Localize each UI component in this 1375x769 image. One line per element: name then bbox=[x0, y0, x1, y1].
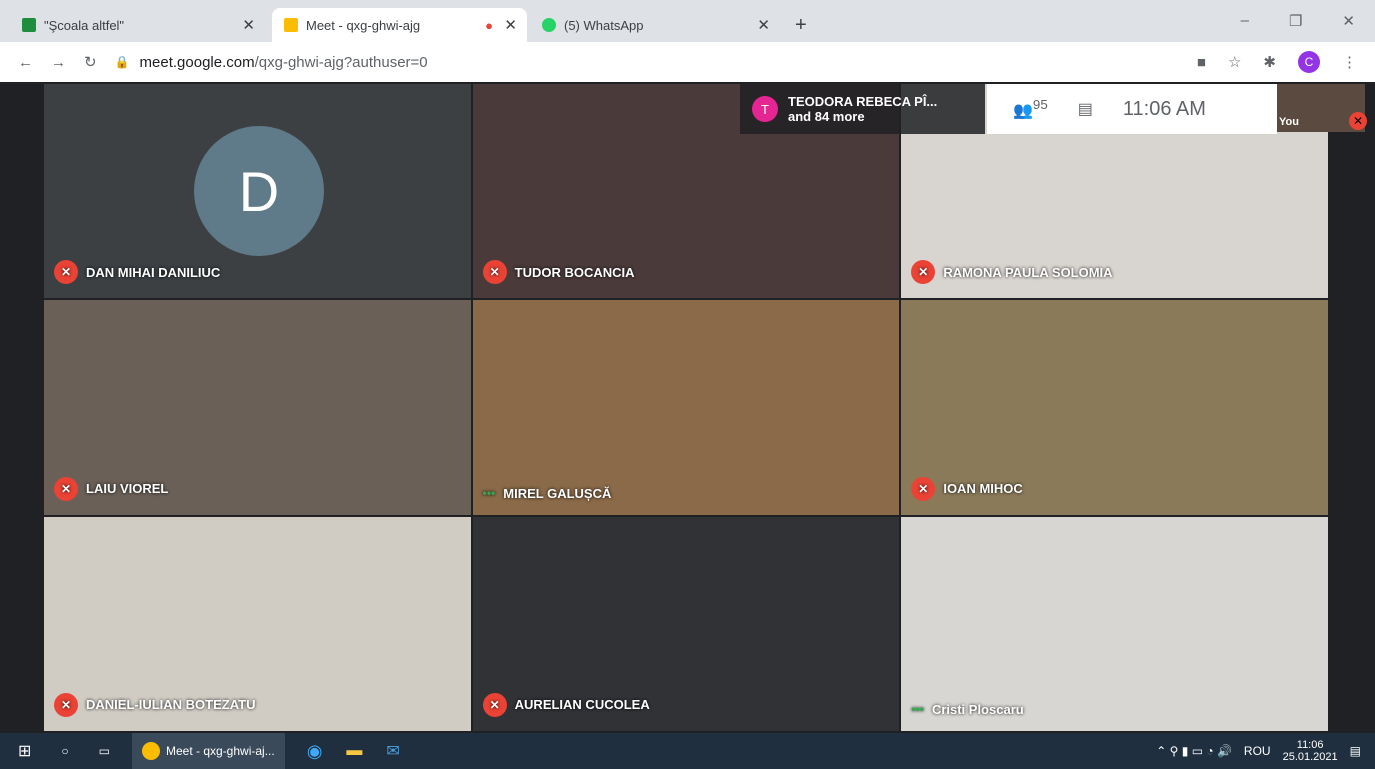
presenter-name: TEODORA REBECA PÎ... bbox=[788, 94, 938, 109]
tray-icons[interactable]: ⌃ ⚲ ▮ ▭ ◔ 🔊 bbox=[1156, 744, 1232, 758]
close-icon[interactable]: ✕ bbox=[757, 16, 770, 34]
notifications-icon[interactable]: ▤ bbox=[1350, 744, 1361, 758]
tab-title: (5) WhatsApp bbox=[564, 17, 644, 33]
forward-icon[interactable]: → bbox=[51, 54, 66, 71]
participant-avatar: D bbox=[194, 126, 324, 256]
video-grid: D ✕ DAN MIHAI DANILIUC ✕ TUDOR BOCANCIA ✕ RAMO… bbox=[44, 84, 1328, 731]
file-explorer-icon[interactable]: ▬ bbox=[346, 742, 362, 760]
search-icon[interactable]: ○ bbox=[61, 744, 68, 758]
speaking-indicator-icon: ••• bbox=[911, 702, 924, 717]
participant-tile[interactable]: ✕ LAIU VIOREL bbox=[44, 300, 471, 515]
url-field[interactable]: meet.google.com/qxg-ghwi-ajg?authuser=0 bbox=[140, 54, 428, 71]
presenter-more: and 84 more bbox=[788, 109, 865, 124]
participant-name: AURELIAN CUCOLEA bbox=[514, 697, 650, 713]
close-window-button[interactable]: ✕ bbox=[1342, 12, 1355, 30]
mic-off-icon: ✕ bbox=[54, 692, 78, 717]
mic-off-icon: ✕ bbox=[54, 476, 78, 501]
edge-icon[interactable]: ◉ bbox=[307, 741, 323, 762]
participant-label: ✕ AURELIAN CUCOLEA bbox=[482, 692, 650, 717]
meet-info-bar: T TEODORA REBECA PÎ... and 84 more 👥95 ▤ 11:… bbox=[740, 84, 1285, 134]
mic-off-icon: ✕ bbox=[911, 476, 936, 501]
url-host: meet.google.com bbox=[139, 53, 255, 71]
recording-icon: ● bbox=[485, 17, 493, 33]
minimize-button[interactable]: – bbox=[1241, 12, 1249, 30]
tab-title: Meet - qxg-ghwi-ajg bbox=[306, 17, 421, 33]
clock-time: 11:06 bbox=[1296, 739, 1324, 751]
participant-name: RAMONA PAULA SOLOMIA bbox=[943, 264, 1113, 280]
presentation-chip[interactable]: T TEODORA REBECA PÎ... and 84 more bbox=[740, 84, 985, 134]
taskbar-app-title: Meet - qxg-ghwi-aj... bbox=[166, 744, 275, 758]
menu-icon[interactable]: ⋮ bbox=[1342, 53, 1357, 71]
self-label: You bbox=[1279, 116, 1299, 128]
participant-name: DANIEL-IULIAN BOTEZATU bbox=[86, 697, 256, 713]
participant-label: ✕ TUDOR BOCANCIA bbox=[482, 260, 635, 285]
classroom-icon bbox=[22, 18, 36, 32]
participant-label: ✕ RAMONA PAULA SOLOMIA bbox=[911, 260, 1113, 285]
back-icon[interactable]: ← bbox=[18, 54, 33, 71]
participant-label: ✕ IOAN MIHOC bbox=[911, 476, 1023, 501]
participant-tile[interactable]: ✕ AURELIAN CUCOLEA bbox=[472, 516, 900, 731]
camera-icon[interactable]: ■ bbox=[1197, 54, 1206, 71]
people-icon[interactable]: 👥95 bbox=[1013, 97, 1048, 120]
lock-icon: 🔒 bbox=[114, 55, 130, 69]
address-bar: ← → ↻ 🔒 meet.google.com/qxg-ghwi-ajg?authu… bbox=[0, 42, 1375, 82]
participant-name: MIREL GALUȘCĂ bbox=[503, 485, 612, 501]
participant-label: ✕ DANIEL-IULIAN BOTEZATU bbox=[54, 692, 256, 717]
restore-button[interactable]: ❐ bbox=[1289, 12, 1302, 30]
extensions-icon[interactable]: ✱ bbox=[1263, 53, 1276, 71]
participant-count: 95 bbox=[1032, 97, 1048, 113]
language-indicator[interactable]: ROU bbox=[1244, 744, 1271, 758]
participant-tile[interactable]: ••• Cristi Ploscaru bbox=[901, 516, 1328, 731]
participant-tile[interactable]: ✕ IOAN MIHOC bbox=[901, 300, 1328, 515]
participant-label: ✕ LAIU VIOREL bbox=[54, 476, 169, 501]
reload-icon[interactable]: ↻ bbox=[84, 53, 97, 71]
tab-whatsapp[interactable]: (5) WhatsApp ✕ bbox=[530, 8, 780, 42]
mic-off-icon: ✕ bbox=[54, 260, 78, 285]
chat-icon[interactable]: ▤ bbox=[1078, 99, 1093, 119]
self-view: You ✕ bbox=[1277, 84, 1367, 132]
participant-tile[interactable]: ••• MIREL GALUȘCĂ bbox=[472, 300, 900, 515]
tab-scoala[interactable]: "Şcoala altfel" ✕ bbox=[10, 8, 265, 42]
participant-tile[interactable]: D ✕ DAN MIHAI DANILIUC bbox=[44, 84, 471, 299]
new-tab-button[interactable]: + bbox=[795, 14, 807, 37]
participant-name: Cristi Ploscaru bbox=[931, 701, 1024, 717]
participant-name: LAIU VIOREL bbox=[86, 481, 169, 497]
mic-off-icon: ✕ bbox=[1349, 112, 1367, 130]
tab-title: "Şcoala altfel" bbox=[44, 17, 125, 33]
mic-off-icon: ✕ bbox=[482, 260, 507, 285]
participant-name: DAN MIHAI DANILIUC bbox=[86, 264, 221, 280]
mic-off-icon: ✕ bbox=[911, 260, 936, 285]
taskbar: ⊞ ○ ▭ Meet - qxg-ghwi-aj... ◉ ▬ ✉ ⌃ ⚲ ▮ … bbox=[0, 733, 1375, 769]
participant-name: IOAN MIHOC bbox=[943, 481, 1023, 497]
close-icon[interactable]: ✕ bbox=[242, 16, 255, 34]
participant-tile[interactable]: ✕ DANIEL-IULIAN BOTEZATU bbox=[44, 516, 471, 731]
close-icon[interactable]: ✕ bbox=[504, 16, 517, 34]
whatsapp-icon bbox=[542, 18, 556, 32]
clock[interactable]: 11:06 25.01.2021 bbox=[1283, 739, 1338, 763]
participant-label: ••• Cristi Ploscaru bbox=[911, 702, 1023, 717]
profile-avatar[interactable]: C bbox=[1298, 51, 1320, 73]
clock-date: 25.01.2021 bbox=[1282, 751, 1338, 763]
tab-meet[interactable]: Meet - qxg-ghwi-ajg ● ✕ bbox=[272, 8, 527, 42]
speaking-indicator-icon: ••• bbox=[482, 486, 496, 501]
meet-icon bbox=[284, 18, 298, 32]
mic-off-icon: ✕ bbox=[482, 692, 507, 717]
taskbar-chrome-app[interactable]: Meet - qxg-ghwi-aj... bbox=[132, 733, 285, 769]
participant-label: ✕ DAN MIHAI DANILIUC bbox=[54, 260, 221, 285]
url-path: /qxg-ghwi-ajg?authuser=0 bbox=[254, 53, 428, 71]
star-icon[interactable]: ☆ bbox=[1228, 53, 1241, 71]
task-view-icon[interactable]: ▭ bbox=[99, 744, 110, 758]
participant-name: TUDOR BOCANCIA bbox=[514, 264, 635, 280]
chrome-icon bbox=[142, 742, 160, 760]
participant-label: ••• MIREL GALUȘCĂ bbox=[483, 486, 612, 501]
mail-icon[interactable]: ✉ bbox=[386, 741, 399, 761]
meeting-time: 11:06 AM bbox=[1122, 97, 1206, 120]
windows-start-icon[interactable]: ⊞ bbox=[18, 741, 31, 761]
meet-controls: 👥95 ▤ 11:06 AM bbox=[987, 84, 1277, 134]
tab-strip: "Şcoala altfel" ✕ Meet - qxg-ghwi-ajg ● ✕ (… bbox=[0, 0, 1375, 42]
presenter-avatar: T bbox=[752, 96, 778, 122]
